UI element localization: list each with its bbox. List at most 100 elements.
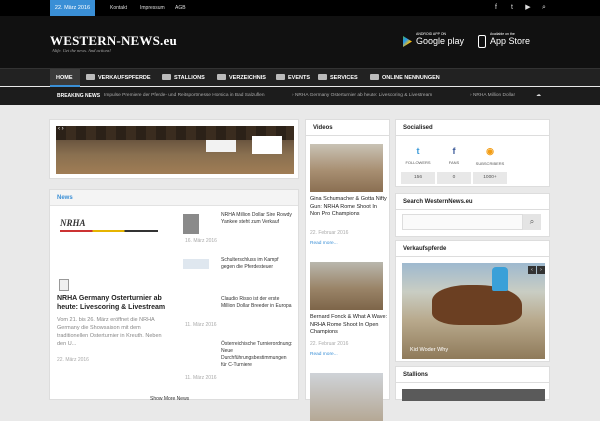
videos-section: Videos Gina Schumacher & Gotta Nifty Gun… [305, 119, 390, 421]
videos-section-title: Videos [306, 120, 389, 136]
slider-arrows[interactable]: ‹ › [58, 126, 64, 132]
video-title[interactable]: Bernard Fonck & What A Wave: NRHA Rome S… [310, 314, 388, 337]
video-thumbnail[interactable] [310, 373, 383, 421]
link-kontakt[interactable]: Kontakt [110, 0, 127, 16]
search-icon: ⌕ [529, 217, 535, 226]
news-item-date: 16. März 2016 [185, 238, 217, 244]
stallions-section-title: Stallions [396, 367, 549, 383]
current-date: 22. März 2016 [50, 0, 95, 16]
news-item-title[interactable]: NRHA Million Dollar Sire Rowdy Yankee st… [221, 212, 293, 226]
video-thumbnail[interactable] [310, 262, 383, 310]
nav-online-nennungen[interactable]: ONLINE NENNUNGEN [370, 69, 440, 87]
nav-verkaufspferde-label: VERKAUFSPFERDE [98, 75, 151, 81]
next-arrow-icon[interactable]: › [537, 266, 545, 274]
arena-banner [206, 140, 236, 152]
search-button[interactable]: ⌕ [523, 214, 541, 230]
video-title[interactable]: Gina Schumacher & Gotta Nifty Gun: NRHA … [310, 196, 388, 219]
breaking-item[interactable]: Impulse Premiere der Pferde- und Reitspo… [104, 87, 265, 105]
video-date: 22. Februar 2016 [310, 230, 349, 236]
twitter-icon: t [416, 146, 420, 156]
lead-news-headline[interactable]: NRHA Germany Osterturnier ab heute: Live… [57, 294, 169, 312]
site-logo[interactable]: WESTERN-NEWS.eu [50, 33, 177, 49]
nav-services-label: SERVICES [330, 75, 358, 81]
breaking-item-text: NRHA Million Dollar [472, 93, 516, 98]
verkaufspferde-caption[interactable]: Kid Woder Why [410, 347, 448, 353]
social-section-title: Socialised [396, 120, 549, 136]
horse-icon [86, 74, 95, 80]
verkaufspferde-section-title: Verkaufspferde [396, 241, 549, 257]
nav-events-label: EVENTS [288, 75, 311, 81]
link-impressum[interactable]: Impressum [140, 0, 165, 16]
youtube-icon[interactable]: ▶ [522, 2, 534, 14]
video-thumbnail[interactable] [310, 144, 383, 192]
monitor-icon [370, 74, 379, 80]
google-play-icon [403, 36, 412, 47]
lead-news-image[interactable]: NRHA [57, 214, 167, 276]
lead-news-date: 22. März 2016 [57, 357, 89, 363]
rss-icon: ◉ [486, 146, 494, 156]
facebook-icon: f [452, 146, 456, 156]
search-icon[interactable]: ⌕ [538, 2, 550, 14]
twitter-icon[interactable]: t [506, 2, 518, 14]
lead-news-excerpt: Vom 21. bis 26. März eröffnet die NRHA G… [57, 317, 162, 347]
rss-label: SUBSCRIBERS [475, 161, 505, 166]
rss-count: 1000+ [473, 172, 507, 184]
breaking-news-bar: BREAKING NEWS Impulse Premiere der Pferd… [0, 87, 600, 105]
services-icon [318, 74, 327, 80]
prev-arrow-icon[interactable]: ‹ [528, 266, 536, 274]
news-section: News NRHA NRHA Germany Osterturnier ab h… [49, 189, 299, 402]
breaking-item[interactable]: › NRHA Million Dollar [470, 87, 515, 105]
slider-image [56, 126, 294, 174]
nav-services[interactable]: SERVICES [318, 69, 358, 87]
twitter-label: FOLLOWERS [405, 160, 431, 165]
facebook-fans-box[interactable]: f FANS 0 [437, 142, 471, 184]
nav-events[interactable]: EVENTS [276, 69, 310, 87]
facebook-count: 0 [437, 172, 471, 184]
stallions-section: Stallions [395, 366, 550, 401]
nav-stallions[interactable]: STALLIONS [162, 69, 205, 87]
twitter-count: 156 [401, 172, 435, 184]
app-store-big-text: App Store [490, 36, 531, 46]
ticker-toggle-icon[interactable]: ☁ [536, 87, 541, 105]
rss-subscribers-box[interactable]: ◉ SUBSCRIBERS 1000+ [473, 142, 507, 184]
site-slogan: Alife. Get the news. And actions! [52, 48, 112, 53]
twitter-followers-box[interactable]: t FOLLOWERS 156 [401, 142, 435, 184]
google-play-big-text: Google play [416, 36, 465, 46]
stallions-image[interactable] [402, 389, 545, 401]
google-play-badge[interactable]: ANDROID APP ON Google play [403, 32, 465, 52]
verkaufspferde-image[interactable]: ‹ › Kid Woder Why [402, 263, 545, 359]
link-agb[interactable]: AGB [175, 0, 186, 16]
read-more-link[interactable]: Read more... [310, 241, 338, 246]
article-icon [59, 279, 69, 291]
nrha-logo: NRHA [60, 218, 86, 228]
nav-verzeichnis[interactable]: VERZEICHNIS [217, 69, 266, 87]
show-more-news-link[interactable]: Show More News [150, 396, 189, 402]
verkaufspferde-section: Verkaufspferde ‹ › Kid Woder Why [395, 240, 550, 362]
facebook-icon[interactable]: f [490, 2, 502, 14]
nrha-logo-line [60, 230, 158, 232]
site-header: WESTERN-NEWS.eu Alife. Get the news. And… [0, 16, 600, 68]
rider-shape [492, 267, 508, 291]
search-section: Search WesternNews.eu ⌕ [395, 193, 550, 237]
news-item-title[interactable]: Claudio Risso ist der erste Million Doll… [221, 296, 293, 310]
breaking-news-label: BREAKING NEWS [57, 93, 101, 99]
nav-verzeichnis-label: VERZEICHNIS [229, 75, 266, 81]
news-thumbnail [183, 214, 199, 234]
nav-home[interactable]: HOME [50, 69, 80, 87]
breaking-item[interactable]: › NRHA Germany Osterturnier ab heute: Li… [292, 87, 432, 105]
search-section-title: Search WesternNews.eu [396, 194, 549, 210]
app-store-badge[interactable]: Available on the App Store [478, 32, 540, 52]
search-input[interactable] [402, 214, 523, 230]
read-more-link[interactable]: Read more... [310, 352, 338, 357]
featured-slider[interactable] [49, 119, 299, 179]
stallion-icon [162, 74, 171, 80]
news-item-title[interactable]: Österreichische Turnierordnung: Neue Dur… [221, 341, 293, 369]
news-item-title[interactable]: Schulterschluss im Kampf gegen die Pferd… [221, 257, 293, 271]
horse-shape [432, 285, 522, 325]
phone-icon [478, 35, 486, 48]
main-nav: HOME VERKAUFSPFERDE STALLIONS VERZEICHNI… [0, 68, 600, 87]
nav-stallions-label: STALLIONS [174, 75, 205, 81]
news-thumbnail [183, 259, 209, 269]
nav-verkaufspferde[interactable]: VERKAUFSPFERDE [86, 69, 151, 87]
facebook-label: FANS [448, 160, 460, 165]
